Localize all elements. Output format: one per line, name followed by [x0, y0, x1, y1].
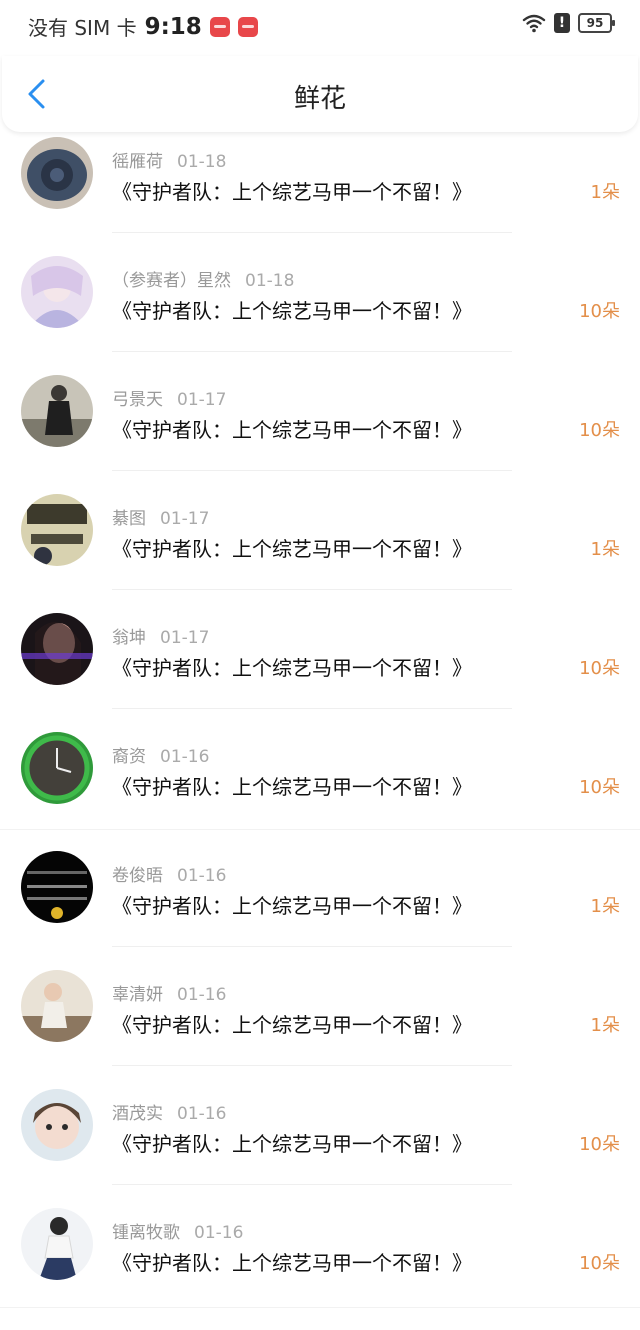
item-date: 01-17 — [160, 509, 210, 529]
divider — [112, 1065, 512, 1066]
flower-amount: 1朵 — [590, 896, 620, 917]
status-right: ! 95 — [522, 13, 615, 33]
flower-amount: 10朵 — [579, 1253, 620, 1274]
item-message[interactable]: 《守护者队：上个综艺马甲一个不留！》 — [112, 890, 472, 919]
divider — [112, 470, 512, 471]
item-meta: （参赛者）星然 01-18 — [112, 266, 294, 291]
item-meta: 酒茂实 01-16 — [112, 1099, 226, 1124]
item-date: 01-16 — [160, 747, 210, 767]
divider — [0, 1307, 640, 1308]
list-item[interactable]: 裔资 01-16 《守护者队：上个综艺马甲一个不留！》 10朵 — [0, 727, 640, 846]
item-meta: 辜清妍 01-16 — [112, 980, 226, 1005]
user-name[interactable]: 綦图 — [112, 509, 146, 529]
divider — [112, 1184, 512, 1185]
flower-amount: 1朵 — [590, 182, 620, 203]
item-date: 01-16 — [177, 985, 227, 1005]
flower-amount: 10朵 — [579, 777, 620, 798]
list-item[interactable]: 酒茂实 01-16 《守护者队：上个综艺马甲一个不留！》 10朵 — [0, 1084, 640, 1203]
list-item[interactable]: 綦图 01-17 《守护者队：上个综艺马甲一个不留！》 1朵 — [0, 489, 640, 608]
item-date: 01-16 — [177, 1104, 227, 1124]
item-date: 01-17 — [160, 628, 210, 648]
flower-list[interactable]: 徭雁荷 01-18 《守护者队：上个综艺马甲一个不留！》 1朵 （参赛者）星然 01… — [0, 132, 640, 1330]
divider — [0, 829, 640, 830]
item-message[interactable]: 《守护者队：上个综艺马甲一个不留！》 — [112, 1128, 472, 1157]
list-item[interactable]: 辜清妍 01-16 《守护者队：上个综艺马甲一个不留！》 1朵 — [0, 965, 640, 1084]
user-name[interactable]: 辜清妍 — [112, 985, 163, 1005]
user-name[interactable]: 锺离牧歌 — [112, 1223, 180, 1243]
item-message[interactable]: 《守护者队：上个综艺马甲一个不留！》 — [112, 176, 472, 205]
divider — [112, 232, 512, 233]
item-date: 01-17 — [177, 390, 227, 410]
flower-amount: 10朵 — [579, 1134, 620, 1155]
item-meta: 锺离牧歌 01-16 — [112, 1218, 243, 1243]
avatar[interactable] — [21, 732, 93, 804]
item-message[interactable]: 《守护者队：上个综艺马甲一个不留！》 — [112, 414, 472, 443]
item-meta: 弓景天 01-17 — [112, 385, 226, 410]
item-meta: 裔资 01-16 — [112, 742, 209, 767]
item-meta: 卷俊晤 01-16 — [112, 861, 226, 886]
avatar[interactable] — [21, 256, 93, 328]
avatar[interactable] — [21, 494, 93, 566]
item-meta: 綦图 01-17 — [112, 504, 209, 529]
flower-amount: 10朵 — [579, 301, 620, 322]
flower-amount: 1朵 — [590, 1015, 620, 1036]
flower-amount: 10朵 — [579, 420, 620, 441]
alert-icon: ! — [554, 13, 570, 33]
list-item[interactable]: 翁坤 01-17 《守护者队：上个综艺马甲一个不留！》 10朵 — [0, 608, 640, 727]
avatar[interactable] — [21, 137, 93, 209]
user-name[interactable]: 酒茂实 — [112, 1104, 163, 1124]
divider — [112, 589, 512, 590]
item-date: 01-18 — [177, 152, 227, 172]
user-name[interactable]: 裔资 — [112, 747, 146, 767]
avatar[interactable] — [21, 1089, 93, 1161]
item-message[interactable]: 《守护者队：上个综艺马甲一个不留！》 — [112, 295, 472, 324]
wifi-icon — [522, 14, 546, 33]
avatar[interactable] — [21, 375, 93, 447]
list-item[interactable]: （参赛者）星然 01-18 《守护者队：上个综艺马甲一个不留！》 10朵 — [0, 251, 640, 370]
item-message[interactable]: 《守护者队：上个综艺马甲一个不留！》 — [112, 1009, 472, 1038]
app-notification-icon — [209, 16, 230, 37]
top-bar: 鲜花 — [2, 56, 638, 132]
item-date: 01-16 — [177, 866, 227, 886]
status-bar: 没有 SIM 卡 9:18 ! 95 — [0, 0, 640, 52]
divider — [112, 708, 512, 709]
item-message[interactable]: 《守护者队：上个综艺马甲一个不留！》 — [112, 533, 472, 562]
list-item[interactable]: 徭雁荷 01-18 《守护者队：上个综艺马甲一个不留！》 1朵 — [0, 132, 640, 251]
list-item[interactable]: 弓景天 01-17 《守护者队：上个综艺马甲一个不留！》 10朵 — [0, 370, 640, 489]
user-name[interactable]: 翁坤 — [112, 628, 146, 648]
item-meta: 徭雁荷 01-18 — [112, 147, 226, 172]
item-message[interactable]: 《守护者队：上个综艺马甲一个不留！》 — [112, 652, 472, 681]
item-message[interactable]: 《守护者队：上个综艺马甲一个不留！》 — [112, 1247, 472, 1276]
user-name[interactable]: 弓景天 — [112, 390, 163, 410]
flower-amount: 1朵 — [590, 539, 620, 560]
avatar[interactable] — [21, 970, 93, 1042]
item-date: 01-16 — [194, 1223, 244, 1243]
carrier-label: 没有 SIM 卡 — [28, 16, 137, 40]
list-item[interactable]: 卷俊晤 01-16 《守护者队：上个综艺马甲一个不留！》 1朵 — [0, 846, 640, 965]
page-title: 鲜花 — [293, 84, 346, 114]
item-message[interactable]: 《守护者队：上个综艺马甲一个不留！》 — [112, 771, 472, 800]
avatar[interactable] — [21, 1208, 93, 1280]
item-meta: 翁坤 01-17 — [112, 623, 209, 648]
flower-amount: 10朵 — [579, 658, 620, 679]
clock: 9:18 — [144, 13, 202, 40]
avatar[interactable] — [21, 851, 93, 923]
user-name[interactable]: （参赛者）星然 — [112, 271, 231, 291]
item-date: 01-18 — [245, 271, 295, 291]
app-notification-icon — [237, 16, 258, 37]
list-item[interactable]: 锺离牧歌 01-16 《守护者队：上个综艺马甲一个不留！》 10朵 — [0, 1203, 640, 1322]
user-name[interactable]: 徭雁荷 — [112, 152, 163, 172]
status-left: 没有 SIM 卡 9:18 — [28, 12, 258, 41]
battery-icon: 95 — [578, 13, 615, 33]
avatar[interactable] — [21, 613, 93, 685]
divider — [112, 351, 512, 352]
user-name[interactable]: 卷俊晤 — [112, 866, 163, 886]
divider — [112, 946, 512, 947]
